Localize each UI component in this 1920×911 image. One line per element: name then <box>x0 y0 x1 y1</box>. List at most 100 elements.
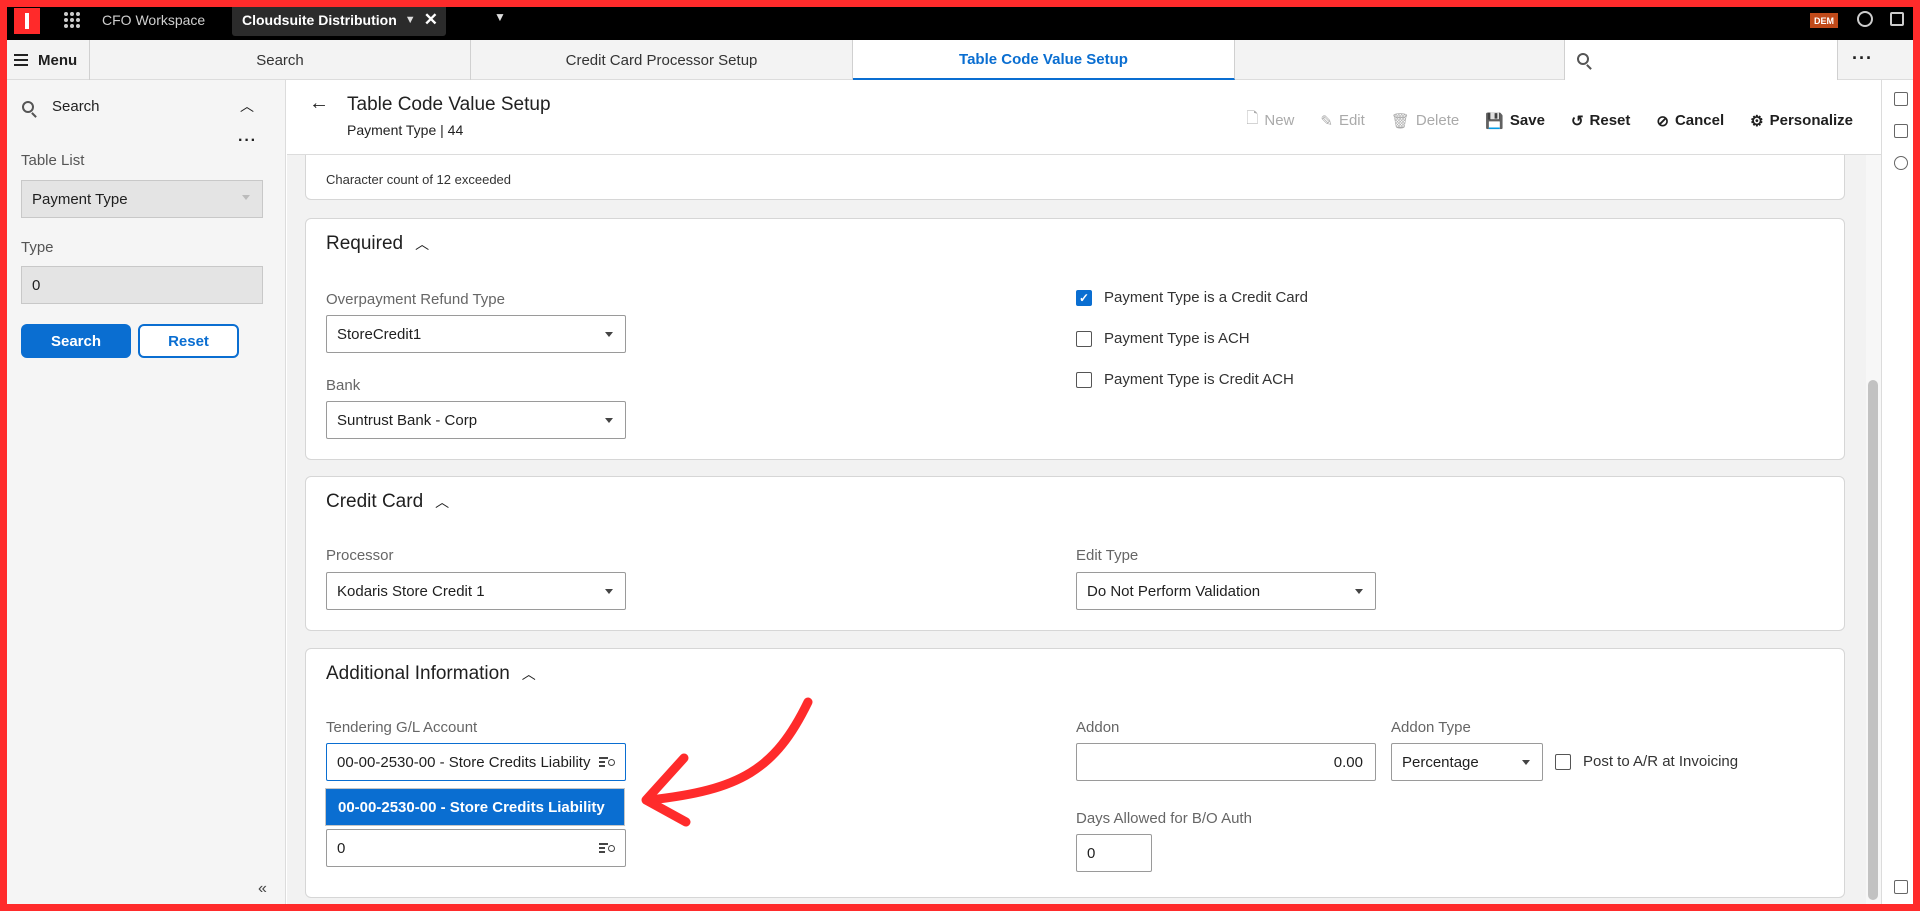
chevron-up-icon[interactable]: ︿ <box>435 492 449 512</box>
menu-button[interactable]: Menu <box>0 40 90 80</box>
ach-checkbox-label: Payment Type is ACH <box>1104 330 1250 347</box>
additional-info-header[interactable]: Additional Information ︿ <box>326 663 536 685</box>
addon-type-label: Addon Type <box>1391 719 1471 736</box>
user-badge[interactable]: DEM <box>1810 13 1838 28</box>
ach-checkbox-row[interactable]: Payment Type is ACH <box>1076 330 1250 347</box>
table-list-select[interactable]: Payment Type <box>21 180 263 218</box>
processor-label: Processor <box>326 547 394 564</box>
addon-label: Addon <box>1076 719 1120 736</box>
hamburger-icon <box>14 51 28 69</box>
required-section: Required ︿ Overpayment Refund Type Store… <box>305 218 1845 460</box>
page-subtitle: Payment Type | 44 <box>347 122 464 138</box>
toolbar: 🗋 New ✎ Edit 🗑 Delete 💾 Save ↺ Reset ⊘ Cancel … <box>1246 108 1853 133</box>
personalize-button[interactable]: ⚙ Personalize <box>1750 108 1853 133</box>
type-input[interactable]: 0 <box>21 266 263 304</box>
tab-table-code-value-setup[interactable]: Table Code Value Setup <box>853 40 1235 80</box>
chevron-up-icon[interactable]: ︿ <box>240 96 254 116</box>
pencil-icon: ✎ <box>1320 112 1333 130</box>
second-lookup-input[interactable]: 0 <box>326 829 626 867</box>
second-lookup-value: 0 <box>337 839 346 857</box>
table-list-label: Table List <box>21 152 85 169</box>
dropdown-arrow-icon <box>605 418 613 423</box>
dropdown-arrow-icon <box>1522 760 1530 765</box>
addon-input[interactable]: 0.00 <box>1076 743 1376 781</box>
personalize-label: Personalize <box>1769 112 1853 129</box>
addon-type-select[interactable]: Percentage <box>1391 743 1543 781</box>
dropdown-arrow-icon <box>1355 589 1363 594</box>
cancel-button[interactable]: ⊘ Cancel <box>1656 108 1724 133</box>
bank-label: Bank <box>326 377 361 394</box>
dropdown-arrow-icon <box>605 589 613 594</box>
app-logo[interactable] <box>14 8 40 34</box>
search-panel-title: Search <box>52 98 100 115</box>
days-allowed-input[interactable]: 0 <box>1076 834 1152 872</box>
checkbox-icon[interactable] <box>1555 753 1571 770</box>
edit-button[interactable]: ✎ Edit <box>1320 108 1364 133</box>
inbox-icon[interactable] <box>1894 124 1908 138</box>
checkbox-icon[interactable] <box>1076 371 1092 388</box>
global-search-input[interactable] <box>1564 40 1838 80</box>
new-button[interactable]: 🗋 New <box>1246 108 1294 133</box>
external-link-icon[interactable] <box>1894 880 1908 894</box>
credit-card-checkbox-row[interactable]: ✓ Payment Type is a Credit Card <box>1076 289 1308 306</box>
save-icon: 💾 <box>1485 112 1504 130</box>
page-header: ← Table Code Value Setup Payment Type | … <box>287 80 1881 155</box>
lookup-icon[interactable] <box>599 756 615 768</box>
gl-account-input[interactable]: 00-00-2530-00 - Store Credits Liability <box>326 743 626 781</box>
close-icon[interactable]: ✕ <box>424 10 438 30</box>
trash-icon: 🗑 <box>1390 112 1410 130</box>
credit-card-checkbox-label: Payment Type is a Credit Card <box>1104 289 1308 306</box>
char-count-message: Character count of 12 exceeded <box>326 172 512 187</box>
tab-credit-card-processor-setup[interactable]: Credit Card Processor Setup <box>471 40 853 80</box>
bank-select[interactable]: Suntrust Bank - Corp <box>326 401 626 439</box>
reset-action-button[interactable]: ↺ Reset <box>1571 108 1630 133</box>
credit-ach-checkbox-row[interactable]: Payment Type is Credit ACH <box>1076 371 1294 388</box>
overpayment-value: StoreCredit1 <box>337 325 422 343</box>
apps-grid-icon[interactable] <box>64 12 80 28</box>
dropdown-arrow-icon <box>605 332 613 337</box>
edit-type-select[interactable]: Do Not Perform Validation <box>1076 572 1376 610</box>
more-options-icon[interactable]: ··· <box>1852 48 1873 69</box>
tab-search[interactable]: Search <box>90 40 471 80</box>
overpayment-select[interactable]: StoreCredit1 <box>326 315 626 353</box>
delete-label: Delete <box>1415 112 1460 129</box>
scrollbar-thumb[interactable] <box>1868 380 1878 900</box>
credit-ach-checkbox-label: Payment Type is Credit ACH <box>1104 371 1294 388</box>
search-button[interactable]: Search <box>21 324 131 358</box>
chevron-down-icon[interactable]: ▼ <box>405 14 416 26</box>
page-title: Table Code Value Setup <box>347 94 551 115</box>
checkbox-checked-icon[interactable]: ✓ <box>1076 289 1092 306</box>
processor-select[interactable]: Kodaris Store Credit 1 <box>326 572 626 610</box>
workspace-title[interactable]: CFO Workspace <box>102 12 205 28</box>
chevron-up-icon[interactable]: ︿ <box>415 234 429 254</box>
days-allowed-label: Days Allowed for B/O Auth <box>1076 810 1252 827</box>
workspace-tab[interactable]: Cloudsuite Distribution ▼ ✕ <box>232 4 446 36</box>
dropdown-arrow-icon <box>242 195 250 200</box>
credit-card-header[interactable]: Credit Card ︿ <box>326 491 449 513</box>
chevron-up-icon[interactable]: ︿ <box>522 664 536 684</box>
gl-account-value: 00-00-2530-00 - Store Credits Liability <box>337 753 591 771</box>
window-icon[interactable] <box>1890 12 1904 26</box>
user-icon[interactable] <box>1857 11 1873 27</box>
cancel-label: Cancel <box>1674 112 1725 129</box>
search-panel-header[interactable]: Search ︿ <box>0 92 286 122</box>
more-options-icon[interactable]: ··· <box>238 132 257 150</box>
reset-button[interactable]: Reset <box>138 324 239 358</box>
lookup-icon[interactable] <box>599 842 615 854</box>
type-label: Type <box>21 239 54 256</box>
back-arrow-icon[interactable]: ← <box>309 92 329 115</box>
help-icon[interactable] <box>1894 156 1908 170</box>
search-icon <box>1577 53 1589 65</box>
reset-label: Reset <box>1589 112 1631 129</box>
gl-account-suggestion[interactable]: 00-00-2530-00 - Store Credits Liability <box>325 788 625 826</box>
processor-value: Kodaris Store Credit 1 <box>337 582 485 600</box>
post-ar-checkbox-row[interactable]: Post to A/R at Invoicing <box>1555 753 1738 770</box>
delete-button[interactable]: 🗑 Delete <box>1391 108 1459 133</box>
chevron-down-icon[interactable]: ▼ <box>494 10 506 24</box>
credit-card-section: Credit Card ︿ Processor Kodaris Store Cr… <box>305 476 1845 631</box>
required-header[interactable]: Required ︿ <box>326 233 429 255</box>
checkbox-icon[interactable] <box>1076 330 1092 347</box>
collapse-panel-icon[interactable]: « <box>258 880 267 898</box>
panel-icon[interactable] <box>1894 92 1908 106</box>
save-button[interactable]: 💾 Save <box>1485 108 1545 133</box>
